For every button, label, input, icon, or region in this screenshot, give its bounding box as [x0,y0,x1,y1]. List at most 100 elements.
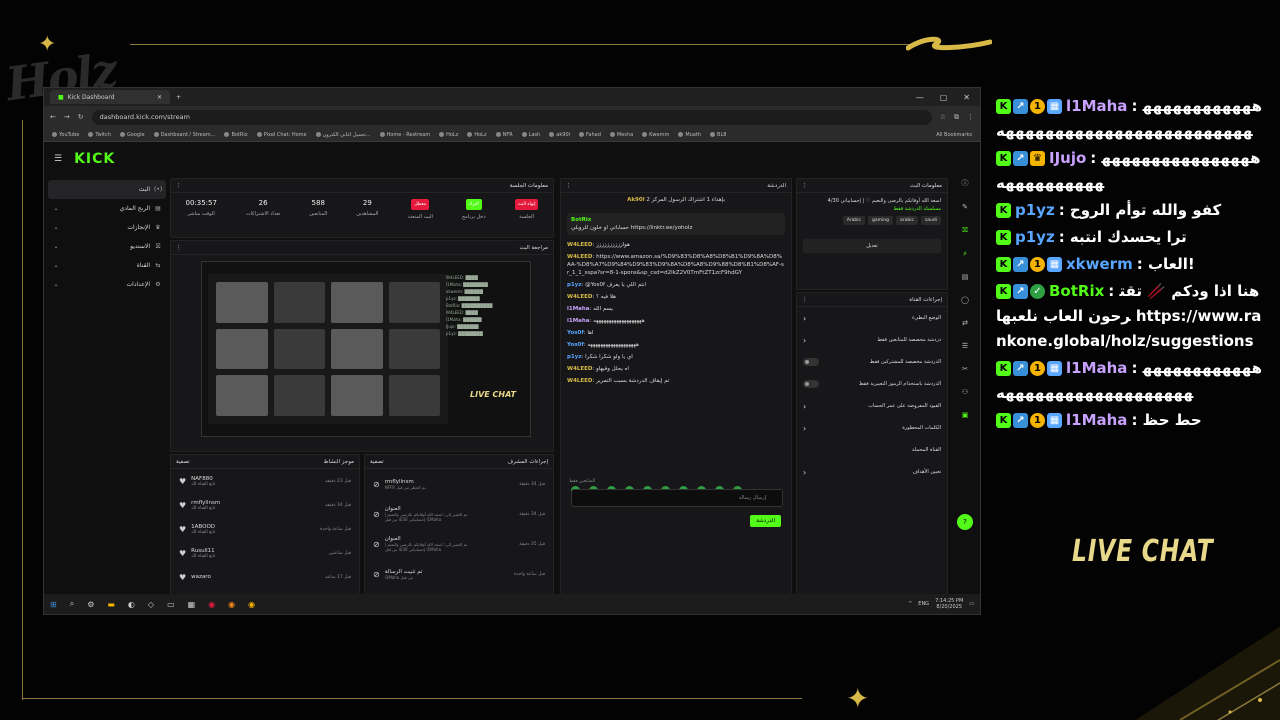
chat-username[interactable]: p1yz [567,354,582,360]
app-icon[interactable]: ▭ [167,600,175,609]
more-icon[interactable]: ⋮ [176,245,182,251]
bookmark-item[interactable]: BL8 [710,132,726,138]
channel-action-row[interactable]: القناة المحملة [797,439,947,461]
bookmark-item[interactable]: ak90l [549,132,570,138]
channel-action-row[interactable]: › دردشة مخصصة للمتابعين فقط [797,329,947,351]
chevron-up-icon[interactable]: ^ [908,601,912,607]
bookmark-item[interactable]: BotRix [224,132,248,138]
minimize-icon[interactable]: — [916,93,924,102]
stream-tag[interactable]: gaming [868,216,893,225]
app-icon[interactable]: ◇ [148,600,154,609]
bookmark-item[interactable]: تحميل اغاني الكترون... [315,132,371,138]
more-icon[interactable]: ⋮ [176,183,182,189]
bookmark-item[interactable]: HoLz [467,132,487,138]
activity-user[interactable]: wazaro [191,574,211,580]
all-bookmarks[interactable]: All Bookmarks [936,132,972,138]
status-badge[interactable]: الترك [465,199,482,210]
sliders-icon[interactable]: ⇄ [962,319,968,327]
chat-username[interactable]: Yos0f [567,330,584,336]
bookmark-item[interactable]: Kwemm [642,132,669,138]
bookmark-item[interactable]: Mesha [609,132,633,138]
wrench-icon[interactable]: ✂ [962,365,968,373]
firefox-icon[interactable]: ◉ [228,600,235,609]
bookmark-item[interactable]: YouTube [52,132,79,138]
url-field[interactable]: dashboard.kick.com/stream [91,109,932,125]
chrome-icon[interactable]: ◉ [208,600,215,609]
channel-action-row[interactable]: › القيود المفروضة على عمر الحساب [797,395,947,417]
edit-icon[interactable]: ✎ [962,203,968,211]
stream-tag[interactable]: saudi [920,216,941,225]
chat-username[interactable]: W4LEED [567,366,592,372]
users-icon[interactable]: ⚇ [962,388,968,396]
activity-filter[interactable]: تصفية [176,459,190,465]
steam-icon[interactable]: ◐ [128,600,135,609]
chat-username[interactable]: W4LEED [567,242,592,248]
notification-icon[interactable]: ▭ [969,601,974,607]
browser-tab[interactable]: ■ Kick Dashboard ✕ [50,90,170,104]
chat-username[interactable]: Yos0f [567,342,584,348]
more-icon[interactable]: ⋮ [566,183,572,189]
bookmark-item[interactable]: Dashboard / Stream... [153,132,215,138]
search-icon[interactable]: ⌕ [70,599,74,609]
chat-username[interactable]: l1Maha [567,306,590,312]
chrome-active-icon[interactable]: ◉ [248,600,255,609]
app-icon[interactable]: ▦ [188,600,196,609]
activity-user[interactable]: Rusull11 [191,548,215,554]
chat-username[interactable]: l1Maha [567,318,590,324]
channel-action-row[interactable]: › الكلمات المحظورة [797,417,947,439]
back-icon[interactable]: ← [50,113,56,121]
bookmark-item[interactable]: Fahad [579,132,601,138]
close-icon[interactable]: ✕ [963,93,970,102]
more-icon[interactable]: ⋮ [802,183,808,189]
activity-user[interactable]: rmflyllnsm [191,500,220,506]
language[interactable]: ENG [918,601,929,607]
bookmark-item[interactable]: Google [119,132,145,138]
bookmark-item[interactable]: Home - Restream [379,132,430,138]
maximize-icon[interactable]: ▢ [940,93,948,102]
star-bookmark-icon[interactable]: ☆ [940,113,946,121]
close-icon[interactable]: ✕ [157,94,162,101]
edit-button[interactable]: تعديل [803,239,941,253]
game-icon[interactable]: ▣ [962,411,969,419]
stream-tag[interactable]: Arabic [842,216,866,225]
sidebar-item[interactable]: ⌄ الإنجازات ♛ [48,218,166,237]
chat-username[interactable]: W4LEED [567,378,592,384]
toggle-switch[interactable] [803,358,819,366]
help-icon[interactable]: ? [957,514,973,530]
activity-user[interactable]: NAF880 [191,476,215,482]
chat-input[interactable]: إرسال رسالة [571,489,783,507]
settings-icon[interactable]: ⚙ [87,600,94,609]
forward-icon[interactable]: → [64,113,70,121]
channel-action-row[interactable]: الدردشة مخصصة للمشتركين فقط [797,351,947,373]
chat-icon[interactable]: ◯ [961,296,969,304]
bookmark-item[interactable]: Pixel Chat: Home [256,132,307,138]
sidebar-item[interactable]: ⌄ الربح المادي ▤ [48,199,166,218]
menu-icon[interactable]: ⋮ [967,113,974,121]
shield-icon[interactable]: ⛝ [962,226,967,235]
bookmark-item[interactable]: Twitch [88,132,111,138]
reload-icon[interactable]: ↻ [78,113,84,121]
list-icon[interactable]: ☰ [962,342,968,350]
chat-send-button[interactable]: الدردشة [750,515,781,527]
info-icon[interactable]: ⓘ [962,178,969,188]
mod-actions-filter[interactable]: تصفية [370,459,384,465]
bookmark-item[interactable]: Muath [678,132,701,138]
status-badge[interactable]: إنهاء البث [514,199,539,210]
document-icon[interactable]: ▤ [962,273,969,281]
hamburger-icon[interactable]: ☰ [54,154,62,164]
bookmark-item[interactable]: Lash [521,132,540,138]
extensions-icon[interactable]: ⧉ [954,113,959,122]
chat-username[interactable]: W4LEED [567,294,592,300]
kick-logo[interactable]: KICK [74,151,115,167]
channel-action-row[interactable]: الدردشة باستخدام الرموز التعبيرية فقط [797,373,947,395]
channel-action-row[interactable]: › الوضع البطيء [797,307,947,329]
more-icon[interactable]: ⋮ [802,297,808,303]
bolt-icon[interactable]: ⚡ [963,250,968,258]
toggle-switch[interactable] [803,380,819,388]
channel-action-row[interactable]: › تعيين الأهداف [797,461,947,483]
sidebar-item[interactable]: ⌄ الإعدادات ⚙ [48,275,166,294]
activity-user[interactable]: 1ABOOD [191,524,215,530]
bookmark-item[interactable]: NFR [495,132,513,138]
chat-username[interactable]: W4LEED [567,254,592,260]
clock[interactable]: 7:14:25 PM 8/20/2025 [935,598,963,610]
